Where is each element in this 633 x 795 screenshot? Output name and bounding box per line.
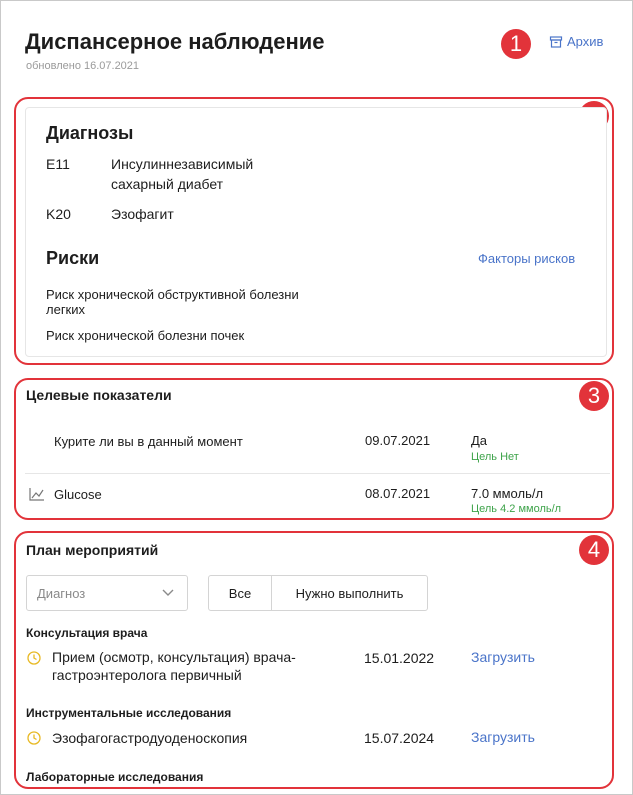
segment-all[interactable]: Все	[209, 576, 272, 610]
upload-link[interactable]: Загрузить	[471, 729, 535, 745]
plan-item-name: Прием (осмотр, консультация) врача-	[52, 649, 296, 665]
row-divider	[25, 473, 610, 474]
annotation-badge-1: 1	[501, 29, 531, 59]
diagnosis-code: K20	[46, 206, 71, 222]
target-name[interactable]: Glucose	[54, 487, 102, 503]
plan-item-date: 15.01.2022	[364, 650, 435, 666]
target-date: 08.07.2021	[365, 486, 431, 501]
archive-label: Архив	[567, 34, 604, 49]
targets-title: Целевые показатели	[26, 387, 172, 403]
risk-factors-link[interactable]: Факторы рисков	[478, 251, 575, 266]
clock-icon	[27, 731, 41, 745]
diagnosis-name-cont: сахарный диабет	[111, 176, 224, 192]
plan-title: План мероприятий	[26, 542, 159, 558]
risks-title: Риски	[46, 248, 100, 268]
clock-icon	[27, 651, 41, 665]
archive-icon	[549, 35, 563, 48]
chart-line-icon	[29, 488, 44, 501]
plan-item-name: Эзофагогастродуоденоскопия	[52, 730, 248, 746]
target-goal: Цель Нет	[471, 451, 519, 463]
annotation-badge-3: 3	[579, 381, 609, 411]
diagnoses-risks-card	[25, 107, 607, 357]
risk-item: Риск хронической обструктивной болезни	[46, 287, 299, 302]
annotation-badge-4: 4	[579, 535, 609, 565]
diagnosis-name: Эзофагит	[111, 206, 174, 222]
target-name: Курите ли вы в данный момент	[54, 434, 243, 449]
plan-group-title: Лабораторные исследования	[26, 770, 204, 784]
plan-group-title: Консультация врача	[26, 626, 148, 640]
diagnosis-name: Инсулиннезависимый	[111, 156, 254, 172]
diagnosis-filter-placeholder: Диагноз	[37, 585, 86, 601]
target-goal: Цель 4.2 ммоль/л	[471, 503, 562, 515]
plan-item-date: 15.07.2024	[364, 730, 435, 746]
diagnosis-code: E11	[46, 156, 70, 172]
chevron-down-icon	[162, 589, 174, 596]
archive-link[interactable]: Архив	[549, 34, 603, 49]
target-value: 7.0 ммоль/л	[471, 486, 544, 501]
plan-group-title: Инструментальные исследования	[26, 706, 232, 720]
diagnosis-filter-select[interactable]: Диагноз	[26, 575, 188, 611]
target-value: Да	[471, 433, 488, 448]
segment-to-do[interactable]: Нужно выполнить	[272, 576, 427, 610]
upload-link[interactable]: Загрузить	[471, 649, 535, 665]
status-segmented-control: Все Нужно выполнить	[208, 575, 428, 611]
page-title: Диспансерное наблюдение	[25, 29, 325, 54]
risk-item-cont: легких	[46, 302, 86, 317]
target-date: 09.07.2021	[365, 433, 431, 448]
page-frame: Диспансерное наблюдение обновлено 16.07.…	[0, 0, 633, 795]
updated-date: обновлено 16.07.2021	[26, 60, 140, 72]
diagnoses-title: Диагнозы	[46, 123, 134, 143]
plan-item-name-cont: гастроэнтеролога первичный	[52, 667, 242, 683]
risk-item: Риск хронической болезни почек	[46, 328, 245, 343]
